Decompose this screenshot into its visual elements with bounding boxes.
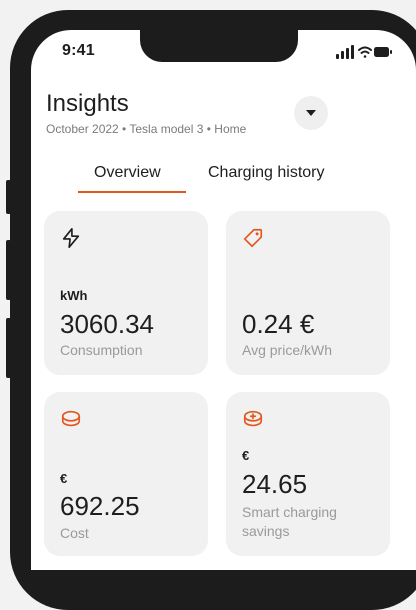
side-button: [6, 240, 11, 300]
tab-overview[interactable]: Overview: [94, 164, 161, 182]
active-tab-indicator: [78, 191, 186, 193]
side-button: [6, 180, 11, 214]
smart-charging-savings-card[interactable]: € 24.65 Smart charging savings: [226, 392, 390, 556]
card-value: 692.25: [60, 491, 140, 521]
coins-icon: [61, 410, 81, 427]
page-title: Insights: [46, 90, 129, 117]
card-unit: €: [60, 471, 68, 486]
chevron-down-icon: [306, 110, 316, 116]
consumption-card[interactable]: kWh 3060.34 Consumption: [44, 211, 208, 375]
card-label: Consumption: [60, 342, 143, 358]
tab-charging-history[interactable]: Charging history: [208, 164, 325, 182]
card-label: Cost: [60, 525, 89, 541]
card-label: Smart charging savings: [242, 504, 337, 539]
card-value: 24.65: [242, 469, 308, 499]
phone-frame: 9:41 Insights October 2022 • Tesla model…: [0, 0, 416, 610]
notch: [140, 30, 298, 62]
card-unit: kWh: [60, 288, 88, 303]
lightning-icon: [62, 228, 80, 248]
side-button: [6, 318, 11, 378]
avg-price-card[interactable]: 0.24 € Avg price/kWh: [226, 211, 390, 375]
coin-plus-icon: [243, 410, 263, 427]
price-tag-icon: [243, 228, 263, 248]
wifi-icon: [358, 46, 372, 58]
status-time: 9:41: [62, 42, 95, 59]
cost-card[interactable]: € 692.25 Cost: [44, 392, 208, 556]
card-unit: €: [242, 448, 250, 463]
card-value: 3060.34: [60, 309, 154, 339]
signal-icon: [336, 45, 354, 59]
period-dropdown-button[interactable]: [294, 96, 328, 130]
page-subtitle: October 2022 • Tesla model 3 • Home: [46, 122, 247, 136]
card-label: Avg price/kWh: [242, 342, 332, 358]
battery-icon: [374, 47, 392, 57]
card-value: 0.24 €: [242, 309, 315, 339]
status-icons: [336, 45, 392, 59]
